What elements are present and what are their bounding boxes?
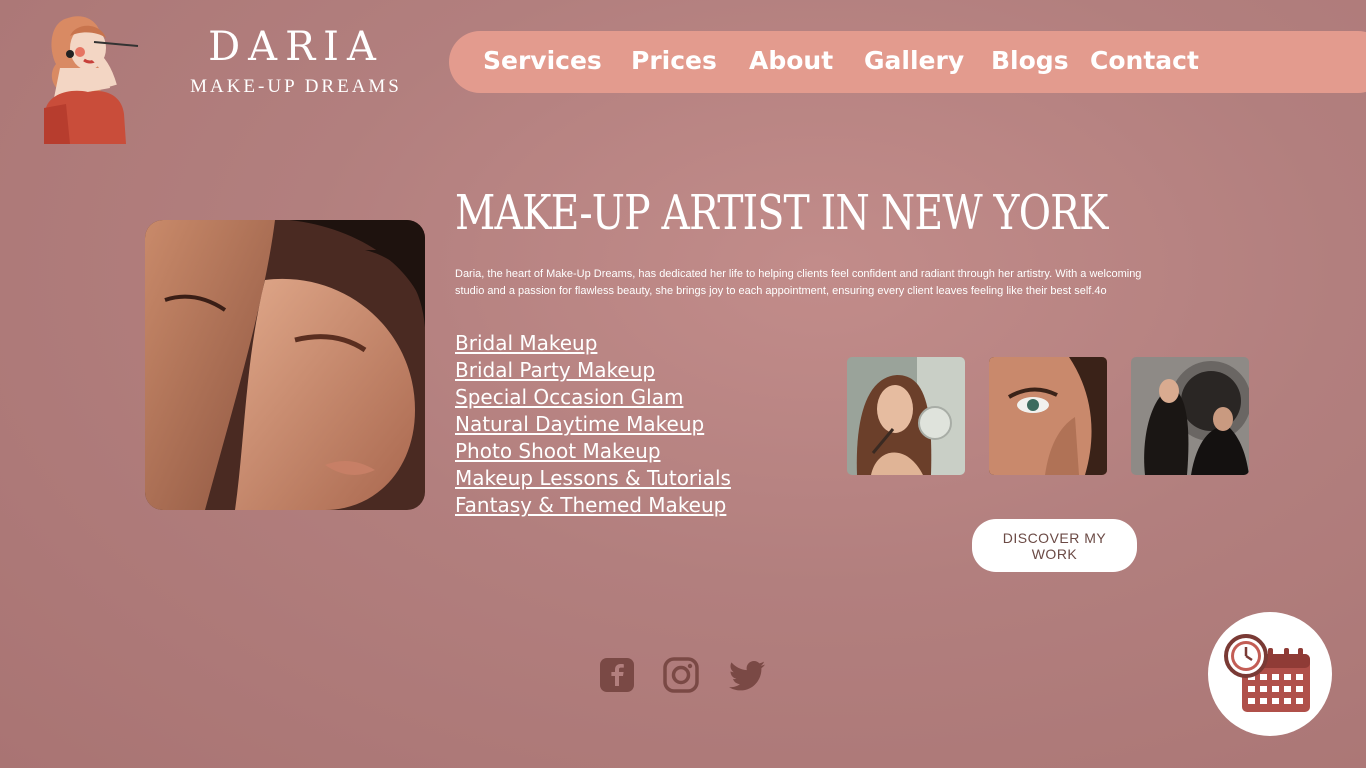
hero-photo <box>145 220 425 510</box>
nav-prices[interactable]: Prices <box>631 46 717 75</box>
list-item: Photo Shoot Makeup <box>455 439 731 466</box>
main-nav: Services Prices About Gallery Blogs Cont… <box>449 31 1366 93</box>
brand-tagline: MAKE-UP DREAMS <box>190 76 402 97</box>
gallery-thumbnail[interactable] <box>1131 357 1249 475</box>
twitter-icon[interactable] <box>727 655 767 695</box>
list-item: Makeup Lessons & Tutorials <box>455 466 731 493</box>
nav-gallery[interactable]: Gallery <box>864 46 964 75</box>
service-link[interactable]: Bridal Party Makeup <box>455 358 655 382</box>
nav-blogs[interactable]: Blogs <box>991 46 1069 75</box>
booking-calendar-button[interactable] <box>1208 612 1332 736</box>
list-item: Fantasy & Themed Makeup <box>455 493 731 520</box>
service-link[interactable]: Photo Shoot Makeup <box>455 439 661 463</box>
services-list: Bridal Makeup Bridal Party Makeup Specia… <box>455 331 731 520</box>
service-link[interactable]: Bridal Makeup <box>455 331 597 355</box>
service-link[interactable]: Natural Daytime Makeup <box>455 412 704 436</box>
instagram-icon[interactable] <box>661 655 701 695</box>
nav-contact[interactable]: Contact <box>1090 46 1199 75</box>
service-link[interactable]: Special Occasion Glam <box>455 385 683 409</box>
facebook-icon[interactable] <box>597 655 637 695</box>
nav-services[interactable]: Services <box>483 46 602 75</box>
list-item: Bridal Party Makeup <box>455 358 731 385</box>
gallery-thumbnail[interactable] <box>847 357 965 475</box>
discover-work-button[interactable]: DISCOVER MY WORK <box>972 519 1137 572</box>
list-item: Natural Daytime Makeup <box>455 412 731 439</box>
list-item: Special Occasion Glam <box>455 385 731 412</box>
brand[interactable]: DARIA MAKE-UP DREAMS <box>178 24 414 98</box>
calendar-clock-icon <box>1224 634 1310 712</box>
brand-name: DARIA <box>208 24 384 70</box>
gallery-thumbnail[interactable] <box>989 357 1107 475</box>
list-item: Bridal Makeup <box>455 331 731 358</box>
nav-about[interactable]: About <box>749 46 833 75</box>
service-link[interactable]: Fantasy & Themed Makeup <box>455 493 726 517</box>
page-title: MAKE-UP ARTIST IN NEW YORK <box>455 185 1108 241</box>
logo-illustration <box>40 8 140 148</box>
service-link[interactable]: Makeup Lessons & Tutorials <box>455 466 731 490</box>
intro-text: Daria, the heart of Make-Up Dreams, has … <box>455 268 1142 297</box>
